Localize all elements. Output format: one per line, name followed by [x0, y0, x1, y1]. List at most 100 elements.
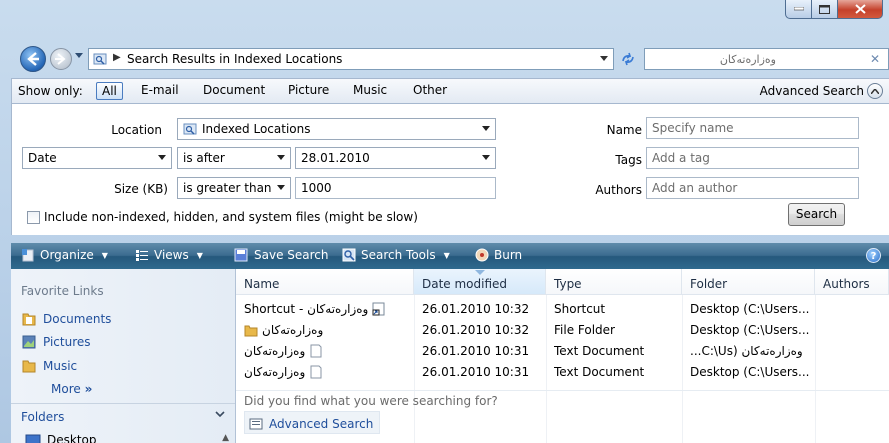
authors-input[interactable]: Add an author [646, 177, 859, 199]
forward-button[interactable] [50, 48, 72, 70]
text-document-icon [310, 365, 322, 379]
tags-label: Tags [615, 153, 642, 167]
desktop-icon [25, 434, 41, 443]
table-row[interactable]: وەزارەتەکان 26.01.2010 10:32 File Folder… [236, 320, 889, 340]
close-button[interactable] [838, 0, 883, 19]
forward-arrow-icon [55, 53, 66, 65]
date-field-combo[interactable]: Date [22, 147, 172, 169]
address-bar[interactable]: ▶ Search Results in Indexed Locations [88, 48, 614, 70]
location-value: Indexed Locations [202, 122, 311, 136]
date-cell: 26.01.2010 10:31 [422, 344, 530, 358]
column-header-authors[interactable]: Authors [815, 269, 889, 295]
help-icon[interactable]: ? [866, 248, 881, 263]
filter-email[interactable]: E-mail [136, 82, 184, 98]
search-query[interactable]: وەزارەتەکان [720, 53, 776, 66]
column-header-folder[interactable]: Folder [682, 269, 815, 295]
location-combo[interactable]: Indexed Locations [177, 118, 496, 140]
search-button[interactable]: Search [788, 203, 845, 226]
close-icon [854, 4, 866, 14]
save-search-button[interactable]: Save Search [234, 248, 329, 262]
checkbox-box[interactable] [27, 210, 40, 224]
minimize-button[interactable] [785, 0, 812, 19]
address-dropdown-icon[interactable] [600, 56, 608, 61]
more-label: More [51, 382, 81, 396]
size-value-input[interactable]: 1000 [295, 177, 496, 199]
filter-picture[interactable]: Picture [283, 82, 334, 98]
date-cell: 26.01.2010 10:31 [422, 365, 530, 379]
more-links-button[interactable]: More » [51, 382, 92, 396]
filter-document[interactable]: Document [198, 82, 270, 98]
filter-other[interactable]: Other [408, 82, 452, 98]
date-value-picker[interactable]: 28.01.2010 [295, 147, 496, 169]
caret-down-icon: ▼ [101, 250, 108, 260]
authors-label: Authors [595, 183, 642, 197]
type-cell: Text Document [554, 365, 645, 379]
date-operator-combo[interactable]: is after [177, 147, 291, 169]
folder-tree-desktop[interactable]: Desktop [25, 433, 97, 443]
filter-music[interactable]: Music [348, 82, 392, 98]
folders-header[interactable]: Folders [11, 403, 235, 431]
chevron-down-icon [158, 155, 166, 160]
include-nonindexed-label: Include non-indexed, hidden, and system … [44, 210, 418, 224]
search-tools-button[interactable]: Search Tools ▼ [342, 248, 450, 262]
folder-cell: Desktop (C:\Users... [690, 365, 810, 379]
table-row[interactable]: وەزارەتەکان - Shortcut 26.01.2010 10:32 … [236, 299, 889, 319]
chevron-down-icon [277, 185, 285, 190]
scroll-up-icon[interactable]: ▲ [222, 433, 229, 443]
minimize-icon [793, 7, 804, 11]
search-box[interactable]: وەزارەتەکان ✕ [644, 48, 889, 70]
advanced-search-toggle[interactable]: Advanced Search [760, 83, 883, 99]
advanced-search-link[interactable]: Advanced Search [244, 411, 381, 434]
breadcrumb[interactable]: Search Results in Indexed Locations [127, 52, 342, 66]
organize-button[interactable]: Organize ▼ [21, 248, 108, 262]
tags-input[interactable]: Add a tag [646, 147, 859, 169]
name-cell: وەزارەتەکان [244, 344, 410, 358]
type-cell: Shortcut [554, 302, 606, 316]
chevron-down-icon [277, 155, 285, 160]
maximize-button[interactable] [812, 0, 838, 19]
documents-folder-icon [22, 313, 36, 326]
table-row[interactable]: وەزارەتەکان 26.01.2010 10:31 Text Docume… [236, 362, 889, 382]
date-modified-label: Date modified [422, 277, 508, 291]
location-label: Location [111, 123, 162, 137]
folder-icon [244, 325, 258, 337]
burn-button[interactable]: Burn [475, 248, 522, 262]
title-bar [0, 0, 889, 44]
results-divider [236, 390, 889, 391]
folder-cell: Desktop (C:\Users... [690, 302, 810, 316]
refresh-icon [622, 52, 634, 66]
column-header-name[interactable]: Name [236, 269, 414, 295]
column-header-type[interactable]: Type [546, 269, 682, 295]
file-name: وەزارەتەکان [244, 365, 306, 379]
name-input[interactable]: Specify name [646, 117, 859, 139]
favorite-link-music[interactable]: Music [21, 358, 77, 374]
chevron-down-icon [482, 126, 490, 131]
search-tools-icon [342, 248, 356, 262]
views-icon [136, 250, 148, 261]
advanced-search-label: Advanced Search [759, 84, 864, 98]
recent-pages-dropdown[interactable] [75, 53, 83, 59]
favorite-link-pictures[interactable]: Pictures [21, 334, 91, 350]
music-folder-icon [22, 360, 36, 373]
date-value: 28.01.2010 [301, 151, 370, 165]
folder-cell: Desktop (C:\Users... [690, 323, 810, 337]
refresh-button[interactable] [616, 48, 640, 70]
advanced-search-icon [249, 418, 263, 430]
date-cell: 26.01.2010 10:32 [422, 302, 530, 316]
include-nonindexed-checkbox[interactable]: Include non-indexed, hidden, and system … [27, 210, 418, 224]
views-button[interactable]: Views ▼ [135, 248, 203, 262]
column-header-date-modified[interactable]: Date modified [414, 269, 546, 295]
size-operator-combo[interactable]: is greater than [177, 177, 291, 199]
search-tools-label: Search Tools [361, 248, 436, 262]
file-name: وەزارەتەکان - Shortcut [244, 302, 369, 316]
views-label: Views [154, 248, 189, 262]
filter-all[interactable]: All [96, 82, 123, 100]
maximize-icon [819, 4, 830, 14]
favorite-link-documents[interactable]: Documents [21, 311, 111, 327]
table-row[interactable]: وەزارەتەکان 26.01.2010 10:31 Text Docume… [236, 341, 889, 361]
show-only-label: Show only: [18, 84, 83, 98]
navigation-pane: Favorite Links Documents Pictures Music … [11, 269, 236, 443]
show-only-bar: Show only: All E-mail Document Picture M… [11, 78, 889, 104]
clear-search-icon[interactable]: ✕ [870, 52, 880, 66]
back-button[interactable] [20, 46, 46, 72]
